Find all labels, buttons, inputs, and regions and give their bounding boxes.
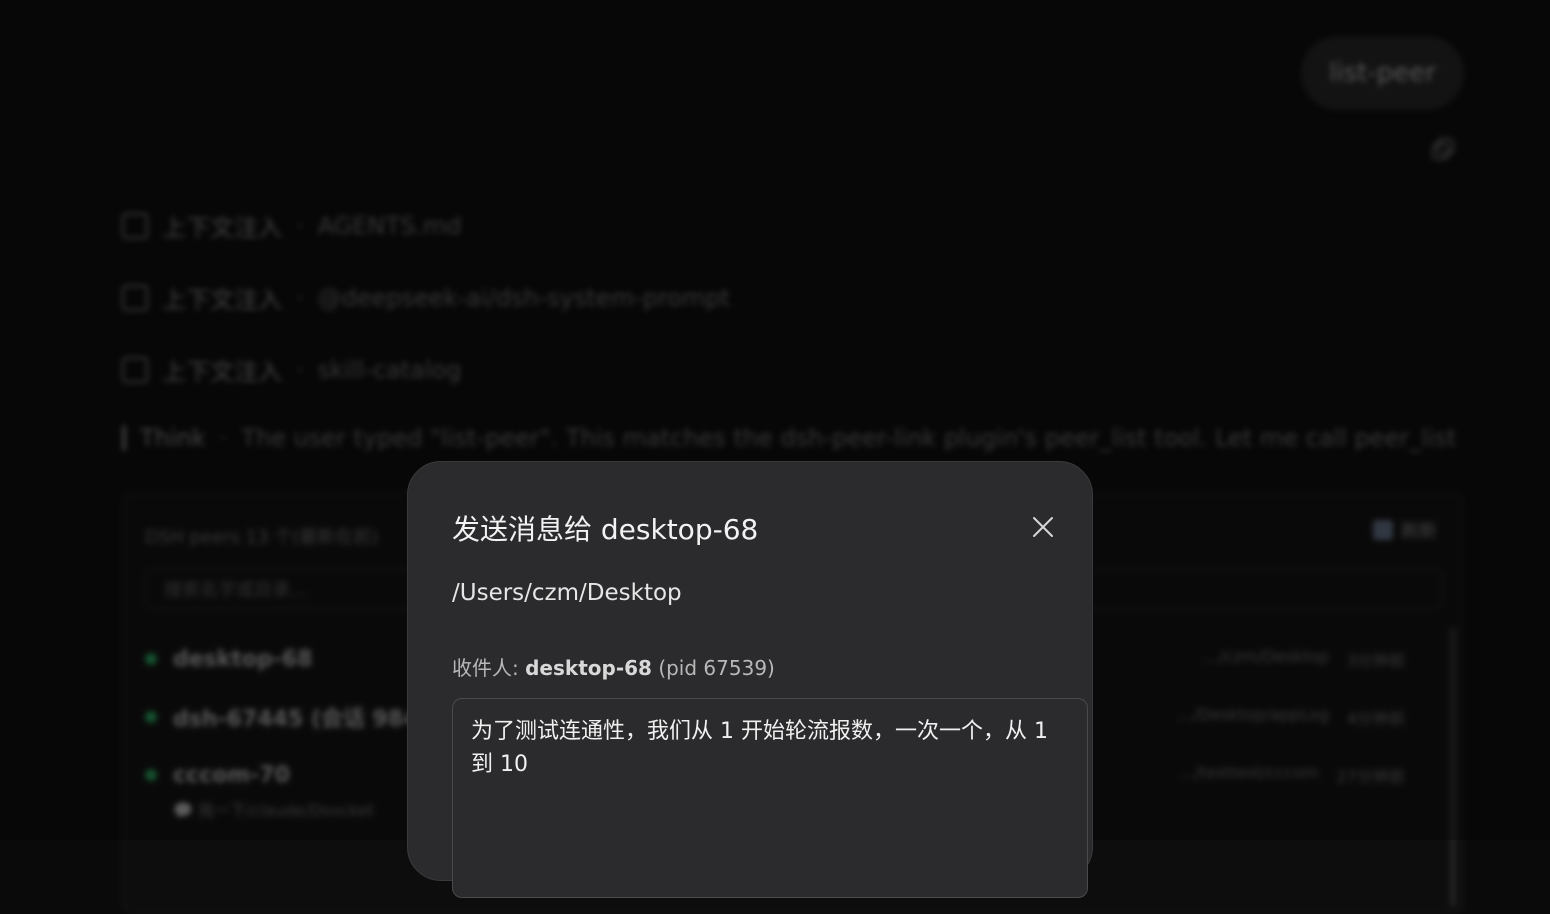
close-icon	[1033, 517, 1053, 537]
dialog-title: 发送消息给 desktop-68	[452, 513, 759, 546]
recipient-label: 收件人:	[452, 656, 526, 680]
send-message-dialog: 发送消息给 desktop-68 /Users/czm/Desktop 收件人:…	[407, 461, 1093, 898]
close-button[interactable]	[1026, 510, 1060, 544]
recipient-path: /Users/czm/Desktop	[452, 580, 682, 606]
recipient-pid: (pid 67539)	[658, 656, 775, 680]
recipient-line: 收件人: desktop-68 (pid 67539)	[452, 652, 775, 681]
recipient-name: desktop-68	[525, 656, 652, 680]
message-input[interactable]: 为了测试连通性，我们从 1 开始轮流报数，一次一个，从 1 到 10	[452, 698, 1088, 898]
